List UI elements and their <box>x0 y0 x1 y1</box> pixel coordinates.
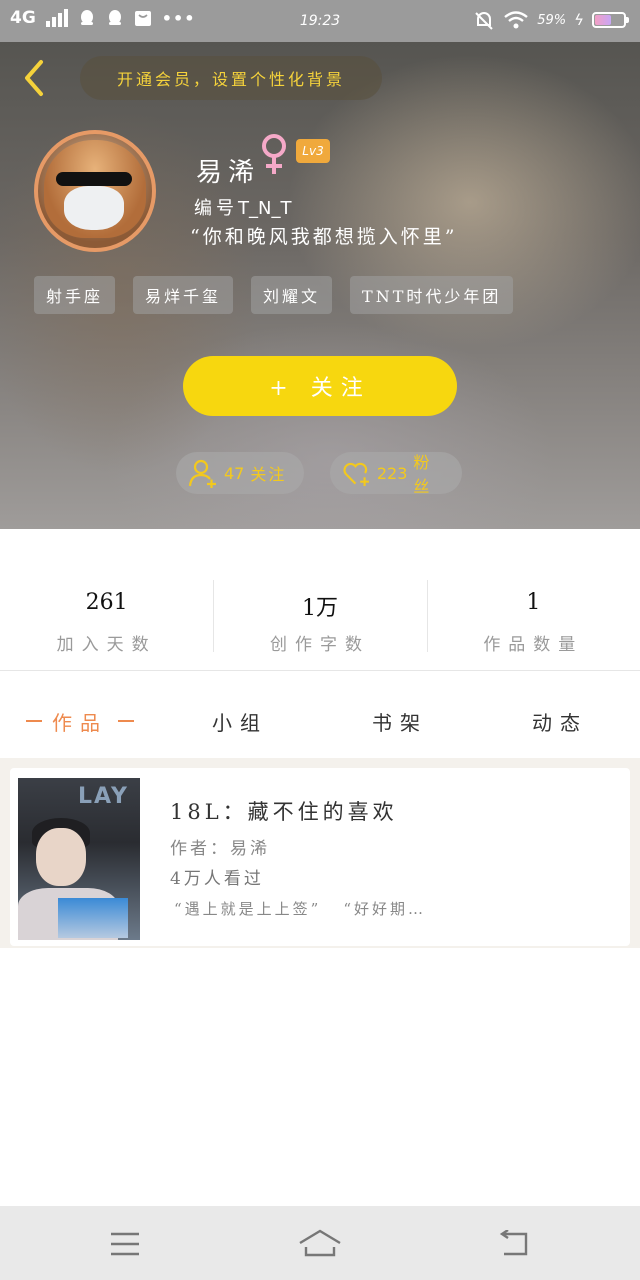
tab-label: 动态 <box>532 710 588 735</box>
tab-works[interactable]: 作品 <box>0 690 160 752</box>
stat-label: 加入天数 <box>56 635 157 655</box>
avatar[interactable] <box>34 130 156 252</box>
tab-activity[interactable]: 动态 <box>480 690 640 752</box>
work-cover-image: LAY <box>18 778 140 940</box>
following-count: 47 <box>224 463 245 483</box>
user-bio: “你和晚风我都想揽入怀里” <box>190 226 458 248</box>
tab-label: 作品 <box>52 710 108 735</box>
following-label: 关注 <box>250 465 287 484</box>
tab-bookshelf[interactable]: 书架 <box>320 690 480 752</box>
fans-label: 粉丝 <box>413 453 432 496</box>
stat-works-count: 1 作品数量 <box>426 580 640 660</box>
follow-button[interactable]: + 关注 <box>183 356 457 416</box>
home-icon <box>299 1229 341 1257</box>
tag-item[interactable]: 易烊千玺 <box>133 276 234 314</box>
work-views: 4万人看过 <box>170 869 264 889</box>
fans-count: 223 <box>376 463 408 483</box>
stat-join-days: 261 加入天数 <box>0 580 213 660</box>
menu-icon <box>111 1232 139 1256</box>
fans-button[interactable]: 223 粉丝 <box>330 452 462 496</box>
stat-value: 1 <box>526 590 541 615</box>
tab-label: 小组 <box>212 710 268 735</box>
divider <box>0 670 640 671</box>
tag-list: 射手座 易烊千玺 刘耀文 TNT时代少年团 <box>34 276 514 314</box>
user-id-label: 编号 <box>194 198 238 219</box>
back-nav-button[interactable] <box>493 1222 537 1266</box>
work-quote: “遇上就是上上签” <box>174 900 322 918</box>
user-id: 编号T_N_T <box>194 194 291 220</box>
mute-bell-icon <box>475 12 493 30</box>
stat-label: 作品数量 <box>483 635 584 655</box>
stats-row: 261 加入天数 1万 创作字数 1 作品数量 <box>0 580 640 660</box>
tag-item[interactable]: TNT时代少年团 <box>350 276 514 314</box>
user-name: 易浠 <box>196 158 261 188</box>
menu-button[interactable] <box>103 1222 147 1266</box>
tag-item[interactable]: 刘耀文 <box>251 276 333 314</box>
stat-value: 261 <box>85 590 128 615</box>
status-bar: 4G ••• 19:23 59% ϟ <box>0 0 640 42</box>
status-right: 59% ϟ <box>473 10 629 30</box>
tag-item[interactable]: 射手座 <box>34 276 116 314</box>
vip-banner[interactable]: 开通会员，设置个性化背景 <box>80 56 382 100</box>
profile-header: 开通会员，设置个性化背景 易浠 Lv3 编号T_N_T “你和晚风我都想揽入怀里… <box>0 42 640 529</box>
charging-icon: ϟ <box>574 11 584 29</box>
work-quotes: “遇上就是上上签” “好好期… <box>174 898 426 919</box>
user-id-value: T_N_T <box>238 198 292 219</box>
heart-add-icon <box>343 462 369 486</box>
wifi-icon <box>504 11 528 29</box>
stat-value: 1万 <box>301 596 338 621</box>
work-author: 作者：易浠 <box>170 839 270 859</box>
tab-bar: 作品 小组 书架 动态 <box>0 690 640 752</box>
tab-indicator-right <box>118 720 134 722</box>
home-button[interactable] <box>298 1222 342 1266</box>
tab-groups[interactable]: 小组 <box>160 690 320 752</box>
following-button[interactable]: 47 关注 <box>176 452 304 494</box>
battery-icon <box>592 12 629 28</box>
battery-percent: 59% <box>537 12 567 28</box>
work-card[interactable]: LAY 18L：藏不住的喜欢 作者：易浠 4万人看过 “遇上就是上上签” “好好… <box>10 768 630 946</box>
stat-label: 创作字数 <box>269 635 370 655</box>
back-arrow-icon <box>499 1230 528 1256</box>
tab-indicator-left <box>26 720 42 722</box>
system-nav-bar <box>0 1206 640 1280</box>
work-title: 18L：藏不住的喜欢 <box>170 800 398 824</box>
tab-label: 书架 <box>372 710 428 735</box>
stat-word-count: 1万 创作字数 <box>213 580 426 660</box>
female-icon <box>262 134 286 174</box>
work-quote: “好好期… <box>343 900 427 918</box>
chevron-left-icon <box>25 60 43 96</box>
person-add-icon <box>188 459 216 488</box>
level-badge: Lv3 <box>296 139 330 163</box>
back-button[interactable] <box>14 58 54 98</box>
